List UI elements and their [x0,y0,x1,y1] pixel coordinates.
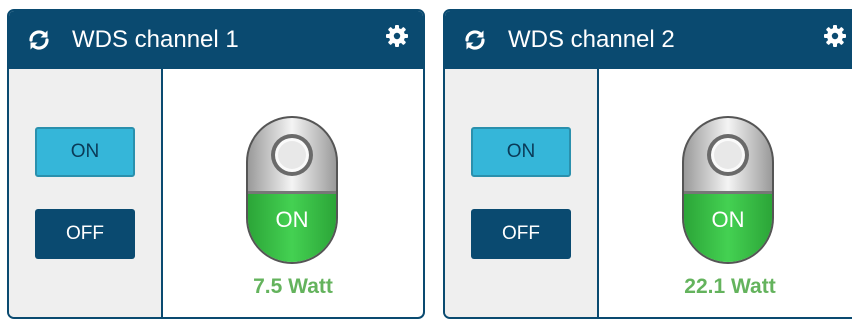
channel-panel-1: WDS channel 1 ON OFF ON 7.5 Watt [7,9,425,319]
gear-icon[interactable] [823,24,847,48]
switch-indicator[interactable] [245,115,339,265]
status-column: ON 22.1 Watt [599,69,852,317]
channel-panel-2: WDS channel 2 ON OFF ON 22.1 Watt [443,9,852,319]
off-button[interactable]: OFF [35,209,135,259]
panel-header: WDS channel 1 [9,11,423,69]
on-button[interactable]: ON [35,127,135,177]
refresh-icon[interactable] [27,28,51,52]
off-button[interactable]: OFF [471,209,571,259]
power-reading: 7.5 Watt [253,275,333,298]
switch-indicator[interactable] [681,115,775,265]
power-reading: 22.1 Watt [684,275,776,298]
refresh-icon[interactable] [463,28,487,52]
gear-icon[interactable] [385,24,409,48]
panel-title: WDS channel 2 [508,26,675,53]
status-column: ON 7.5 Watt [163,69,423,317]
switch-state-label: ON [711,207,745,232]
panel-title: WDS channel 1 [72,26,239,53]
control-column: ON OFF [9,69,163,317]
switch-state-label: ON [275,207,309,232]
on-button[interactable]: ON [471,127,571,177]
panel-header: WDS channel 2 [445,11,852,69]
control-column: ON OFF [445,69,599,317]
